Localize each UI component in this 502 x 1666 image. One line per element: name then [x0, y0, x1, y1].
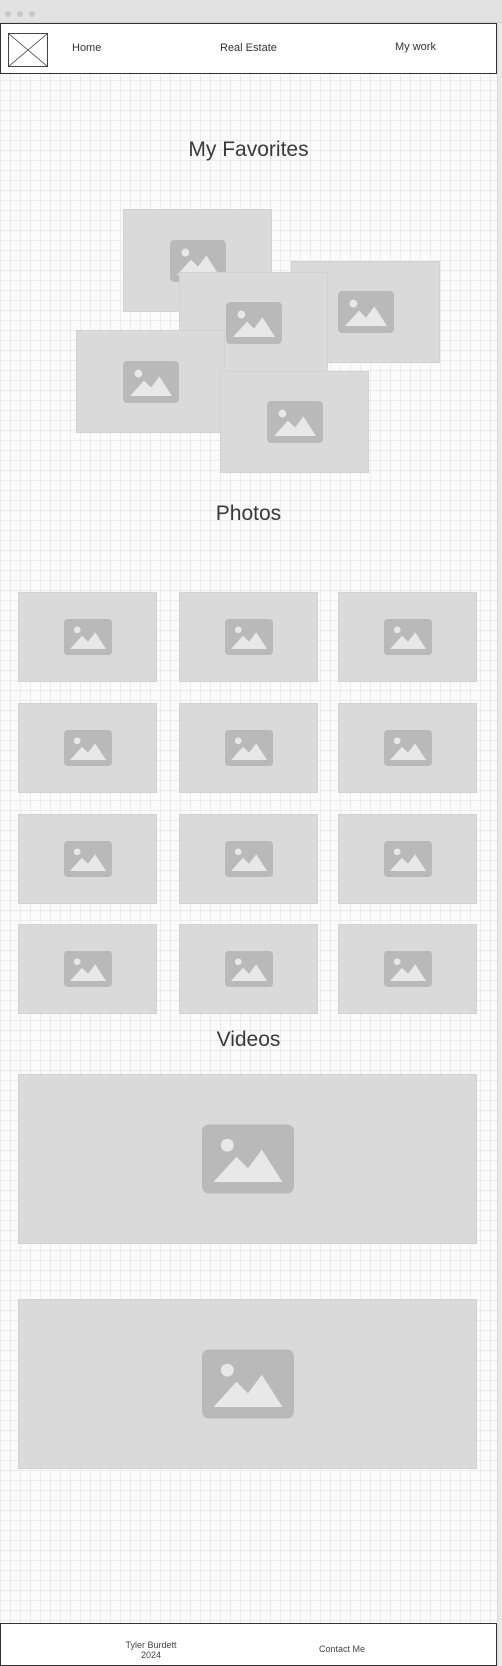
image-placeholder-icon: [122, 360, 179, 403]
photo-thumbnail[interactable]: [18, 592, 157, 682]
photo-thumbnail[interactable]: [179, 703, 318, 793]
window-titlebar: [0, 0, 502, 23]
photo-thumbnail[interactable]: [338, 814, 477, 904]
image-placeholder-icon: [201, 1349, 294, 1419]
navbar: Home Real Estate My work: [0, 23, 497, 74]
photos-heading: Photos: [215, 502, 282, 525]
video-player[interactable]: [18, 1299, 477, 1469]
image-placeholder-icon: [224, 841, 273, 877]
photo-thumbnail[interactable]: [18, 703, 157, 793]
videos-heading: Videos: [216, 1028, 281, 1051]
photo-thumbnail[interactable]: [179, 924, 318, 1014]
footer-name: Tyler Burdett: [125, 1640, 177, 1650]
image-placeholder-icon: [63, 619, 112, 655]
photo-thumbnail[interactable]: [18, 814, 157, 904]
nav-my-work-link[interactable]: My work: [395, 41, 436, 53]
image-placeholder-icon: [266, 401, 323, 443]
image-placeholder-icon: [63, 730, 112, 766]
photo-thumbnail[interactable]: [179, 814, 318, 904]
footer-year: 2024: [140, 1650, 162, 1660]
image-placeholder-icon: [383, 730, 432, 766]
video-player[interactable]: [18, 1074, 477, 1244]
window-dot: [5, 11, 11, 17]
image-placeholder-icon: [224, 951, 273, 987]
window-dot: [29, 11, 35, 17]
photo-thumbnail[interactable]: [338, 592, 477, 682]
favorite-image[interactable]: [76, 330, 225, 433]
image-placeholder-icon: [225, 302, 282, 344]
nav-home-link[interactable]: Home: [72, 42, 101, 54]
favorite-image[interactable]: [220, 371, 369, 473]
nav-real-estate-link[interactable]: Real Estate: [220, 42, 277, 54]
image-placeholder-icon: [63, 841, 112, 877]
contact-me-link[interactable]: Contact Me: [319, 1644, 365, 1654]
image-placeholder-icon: [383, 951, 432, 987]
photo-thumbnail[interactable]: [338, 703, 477, 793]
window-dot: [17, 11, 23, 17]
footer-credit: Tyler Burdett 2024: [111, 1640, 191, 1660]
scrollbar[interactable]: [497, 23, 502, 1666]
favorites-heading: My Favorites: [188, 138, 309, 161]
image-placeholder-icon: [383, 619, 432, 655]
image-placeholder-icon: [337, 291, 394, 333]
photo-thumbnail[interactable]: [338, 924, 477, 1014]
photo-thumbnail[interactable]: [179, 592, 318, 682]
image-placeholder-icon: [224, 730, 273, 766]
photo-thumbnail[interactable]: [18, 924, 157, 1014]
image-placeholder-icon: [224, 619, 273, 655]
image-placeholder-icon: [201, 1124, 294, 1194]
image-placeholder-icon: [63, 951, 112, 987]
logo-placeholder-icon[interactable]: [8, 33, 48, 67]
image-placeholder-icon: [383, 841, 432, 877]
footer: Tyler Burdett 2024 Contact Me: [0, 1623, 497, 1666]
